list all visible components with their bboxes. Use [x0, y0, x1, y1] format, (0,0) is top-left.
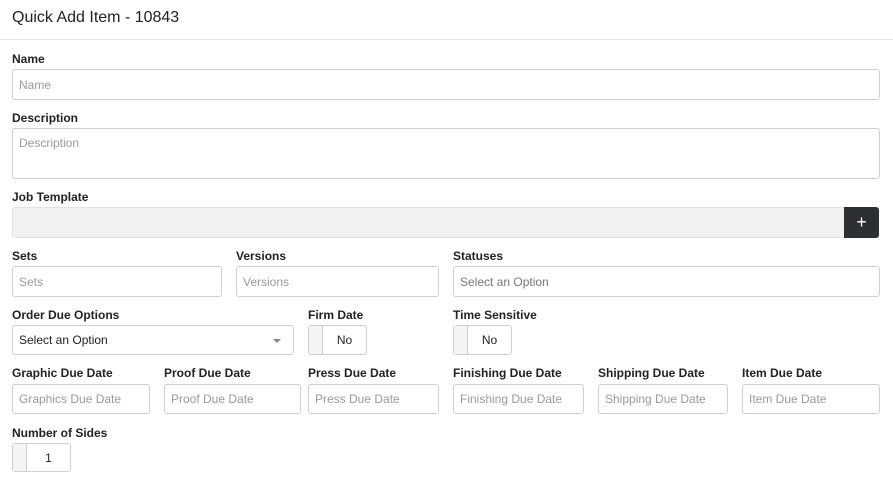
item-due-date-input[interactable] [742, 384, 880, 414]
shipping-due-date-label: Shipping Due Date [598, 366, 705, 380]
toggle-knob [309, 326, 323, 354]
number-of-sides-label: Number of Sides [12, 426, 108, 440]
press-due-date-label: Press Due Date [308, 366, 397, 380]
order-due-options-select[interactable]: Select an Option [12, 325, 294, 355]
number-of-sides-value: 1 [45, 450, 52, 465]
firm-date-value: No [336, 333, 353, 347]
toggle-knob [454, 326, 468, 354]
graphic-due-date-label: Graphic Due Date [12, 366, 113, 380]
graphic-due-date-input[interactable] [12, 384, 150, 414]
sets-input[interactable] [12, 266, 222, 297]
name-input[interactable] [12, 69, 880, 100]
name-label: Name [12, 52, 45, 66]
shipping-due-date-input[interactable] [598, 384, 728, 414]
add-job-template-button[interactable]: + [844, 207, 879, 238]
versions-label: Versions [236, 249, 287, 263]
description-label: Description [12, 111, 79, 125]
order-due-options-label: Order Due Options [12, 308, 120, 322]
sets-label: Sets [12, 249, 38, 263]
statuses-placeholder: Select an Option [460, 274, 549, 289]
time-sensitive-label: Time Sensitive [453, 308, 537, 322]
proof-due-date-label: Proof Due Date [164, 366, 251, 380]
plus-icon: + [856, 212, 867, 232]
versions-input[interactable] [236, 266, 439, 297]
order-due-options-value: Select an Option [19, 333, 108, 347]
number-of-sides-stepper[interactable]: 1 [12, 443, 71, 472]
stepper-handle [13, 444, 27, 471]
description-textarea[interactable] [12, 128, 880, 179]
firm-date-label: Firm Date [308, 308, 364, 322]
job-template-label: Job Template [12, 190, 89, 204]
finishing-due-date-input[interactable] [453, 384, 584, 414]
page-title: Quick Add Item - 10843 [0, 0, 893, 40]
statuses-label: Statuses [453, 249, 504, 263]
chevron-down-icon [273, 339, 281, 343]
time-sensitive-toggle[interactable]: No [453, 325, 512, 355]
item-due-date-label: Item Due Date [742, 366, 823, 380]
proof-due-date-input[interactable] [164, 384, 301, 414]
finishing-due-date-label: Finishing Due Date [453, 366, 562, 380]
time-sensitive-value: No [481, 333, 498, 347]
statuses-select[interactable]: Select an Option [453, 266, 880, 297]
job-template-select[interactable] [12, 207, 845, 238]
press-due-date-input[interactable] [308, 384, 439, 414]
firm-date-toggle[interactable]: No [308, 325, 367, 355]
